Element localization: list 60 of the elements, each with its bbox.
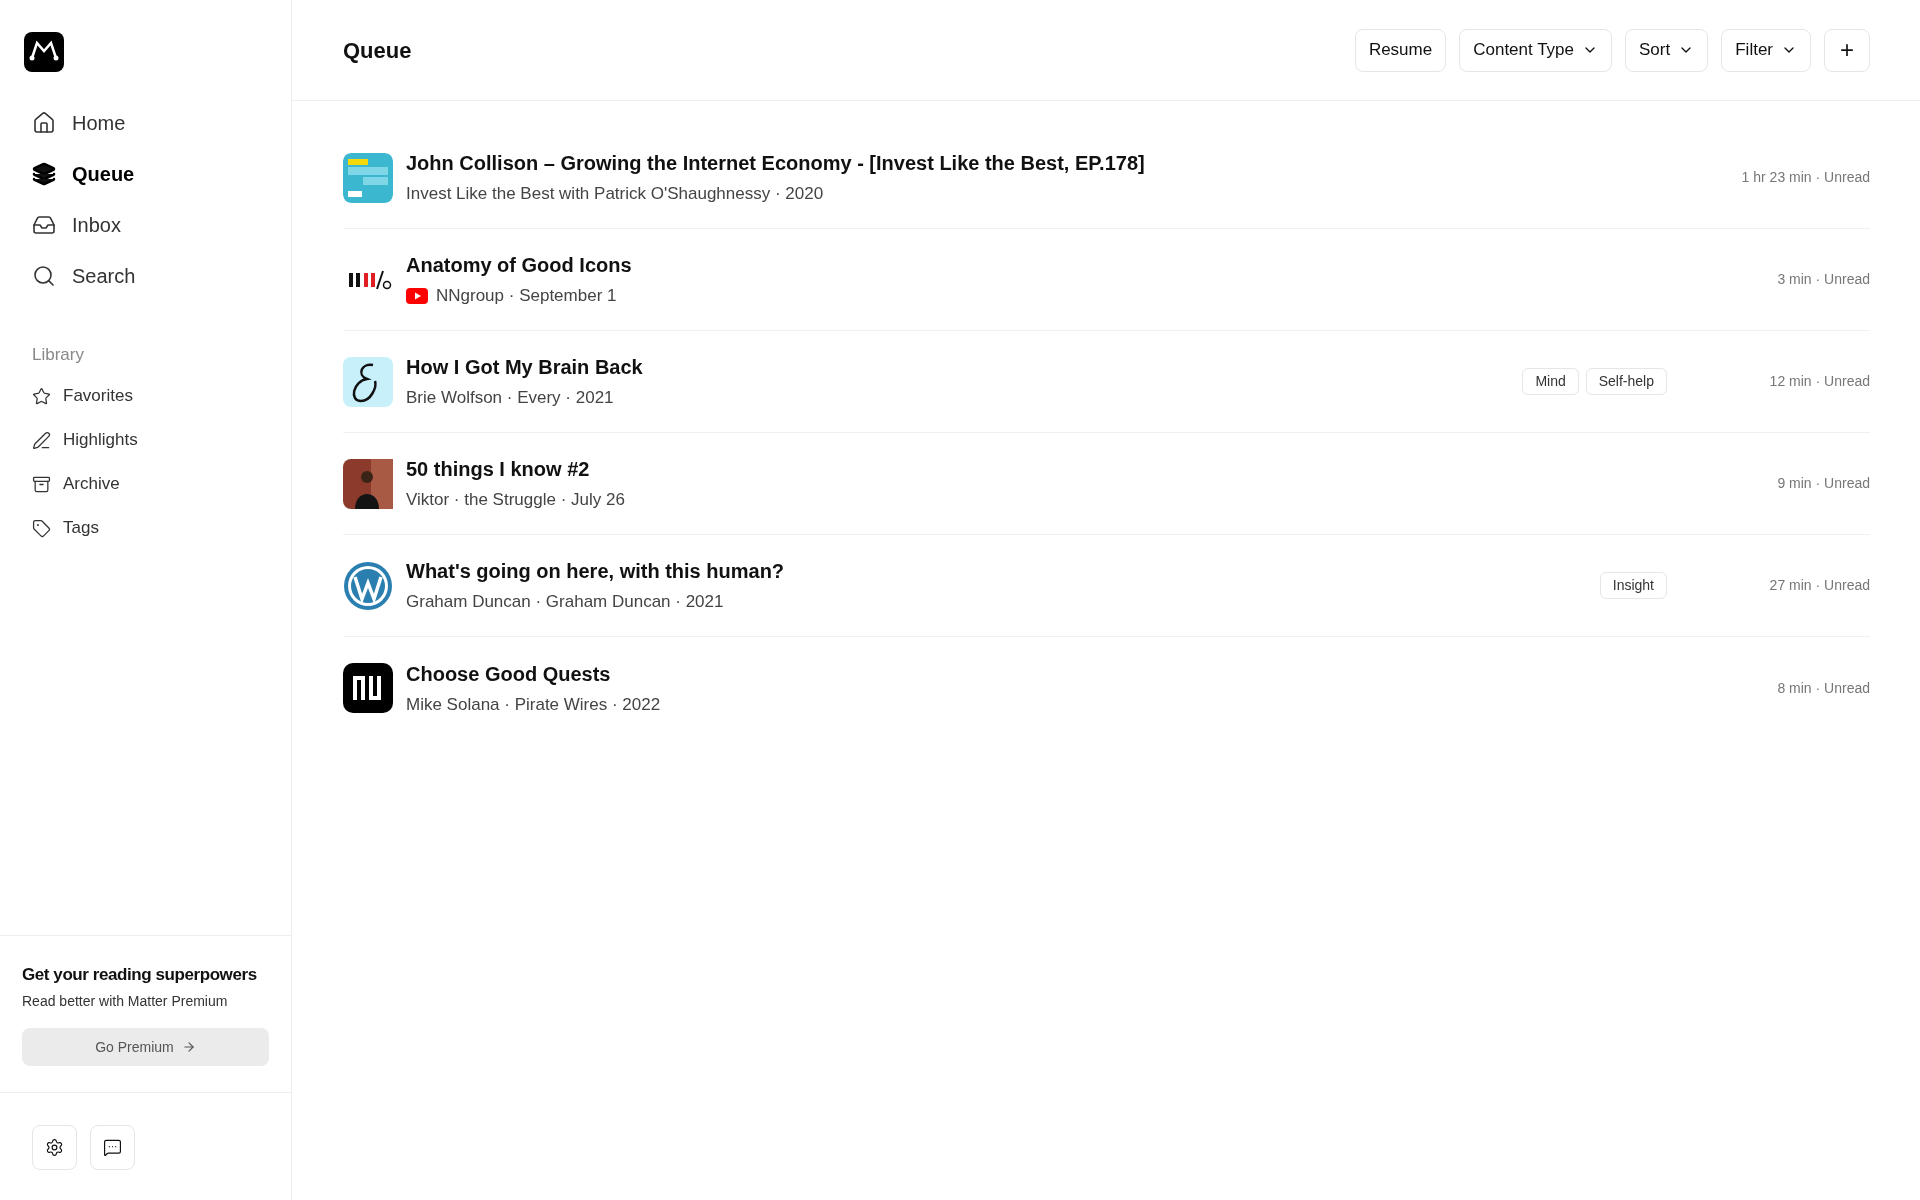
promo-title: Get your reading superpowers (22, 963, 258, 986)
article-source: Mike Solana · Pirate Wires · 2022 (406, 693, 661, 716)
article-source: Viktor · the Struggle · July 26 (406, 489, 625, 512)
tag-chip[interactable]: Self-help (1585, 368, 1667, 395)
add-button[interactable]: + (1824, 28, 1870, 72)
queue-row[interactable]: 50 things I know #2 Viktor · the Struggle · July 26 9 min · Unread (343, 433, 1870, 535)
library-item[interactable]: Favorites (32, 383, 259, 409)
logo-icon (24, 32, 64, 72)
library-icon (32, 474, 51, 494)
queue-row[interactable]: What's going on here, with this human? Graham Duncan · Graham Duncan · 2021 Insight 27 min · Unread (343, 535, 1870, 637)
nav-item[interactable]: Search (32, 257, 259, 294)
library-item[interactable]: Highlights (32, 427, 259, 453)
settings-icon (45, 1138, 64, 1157)
logo-icon (343, 663, 393, 713)
read-status: 3 min · Unread (1776, 270, 1870, 289)
nav-icon (32, 110, 56, 135)
queue-row[interactable]: Choose Good Quests Mike Solana · Pirate Wires · 2022 8 min · Unread (343, 637, 1870, 739)
library-item[interactable]: Tags (32, 515, 259, 541)
nav-item[interactable]: Queue (32, 155, 259, 192)
read-status: 27 min · Unread (1768, 576, 1870, 595)
read-status: 12 min · Unread (1768, 372, 1870, 391)
dropdown-button[interactable]: Content Type (1459, 28, 1613, 72)
library-item[interactable]: Archive (32, 471, 259, 497)
library-icon (32, 430, 51, 450)
library-icon (32, 386, 51, 406)
queue-row[interactable]: How I Got My Brain Back Brie Wolfson · Every · 2021 Mind Self-help 12 min · Unread (343, 331, 1870, 433)
article-title: Anatomy of Good Icons (406, 253, 632, 279)
nav-item[interactable]: Inbox (32, 206, 259, 243)
chat-icon (103, 1138, 122, 1157)
article-source: Brie Wolfson · Every · 2021 (406, 387, 614, 410)
premium-button[interactable]: Go Premium (22, 1028, 269, 1066)
nav-icon (32, 161, 56, 186)
section-heading: Library (31, 344, 85, 366)
arrow-icon (181, 1040, 196, 1054)
page-title: Queue (343, 36, 412, 65)
article-title: 50 things I know #2 (406, 457, 591, 483)
logo-icon (343, 560, 393, 611)
read-status: 1 hr 23 min · Unread (1740, 168, 1870, 187)
article-title: John Collison – Growing the Internet Economy - [Invest Like the Best, EP.178] (406, 151, 1145, 177)
queue-row[interactable]: John Collison – Growing the Internet Economy - [Invest Like the Best, EP.178] Invest Like the Best with Patrick O'Shaughnessy · 2020 1 hr 23 min · Unread (343, 127, 1870, 229)
library-icon (32, 518, 51, 538)
tag-chip[interactable]: Mind (1522, 368, 1579, 395)
toolbar-button[interactable]: Resume (1354, 28, 1447, 72)
queue-row[interactable]: Anatomy of Good Icons NNgroup · September 1 3 min · Unread (343, 229, 1870, 331)
tag-chip[interactable]: Insight (1599, 572, 1667, 599)
nav-icon (32, 263, 56, 288)
article-source: Graham Duncan · Graham Duncan · 2021 (406, 591, 724, 614)
read-status: 8 min · Unread (1776, 678, 1870, 698)
feedback-button[interactable] (90, 1125, 135, 1170)
read-status: 9 min · Unread (1776, 474, 1870, 493)
article-source: Invest Like the Best with Patrick O'Shaughnessy · 2020 (406, 183, 824, 206)
article-source: NNgroup · September 1 (436, 285, 617, 308)
dropdown-button[interactable]: Filter (1721, 28, 1811, 72)
article-title: Choose Good Quests (406, 661, 612, 687)
article-title: How I Got My Brain Back (406, 355, 643, 381)
dropdown-button[interactable]: Sort (1625, 28, 1709, 72)
article-title: What's going on here, with this human? (406, 559, 785, 585)
nav-item[interactable]: Home (32, 104, 259, 141)
settings-button[interactable] (32, 1125, 77, 1170)
promo-text: Read better with Matter Premium (22, 992, 229, 1011)
